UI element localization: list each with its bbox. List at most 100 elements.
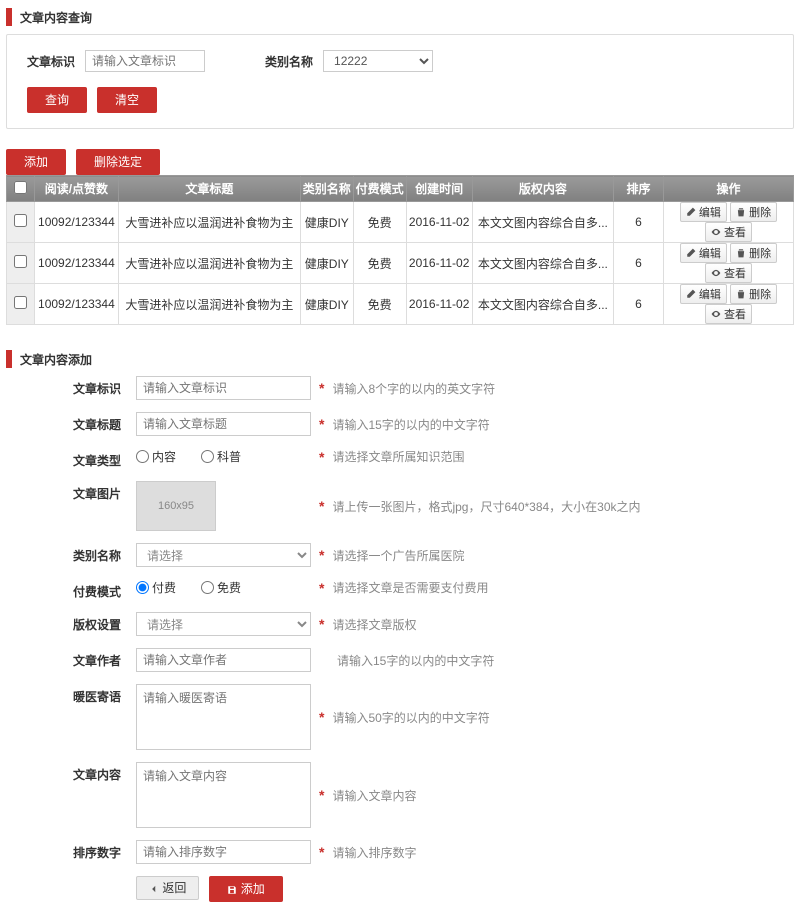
view-button[interactable]: 查看 xyxy=(705,304,752,324)
hint-whisper: 请输入50字的以内的中文字符 xyxy=(332,709,489,726)
required-star: * xyxy=(319,547,324,563)
search-category-select[interactable]: 12222 xyxy=(323,50,433,72)
cell-category: 健康DIY xyxy=(300,284,353,325)
hint-category: 请选择一个广告所属医院 xyxy=(332,547,464,564)
hint-author: 请输入15字的以内的中文字符 xyxy=(337,652,494,669)
form-label-article-type: 文章类型 xyxy=(51,448,136,469)
th-paymode: 付费模式 xyxy=(353,176,406,202)
cell-sort: 6 xyxy=(614,243,664,284)
radio-free[interactable]: 免费 xyxy=(201,579,241,596)
form-label-article-title: 文章标题 xyxy=(51,412,136,433)
th-sort: 排序 xyxy=(614,176,664,202)
back-arrow-icon xyxy=(149,884,159,894)
section-marker xyxy=(6,8,12,26)
hint-article-id: 请输入8个字的以内的英文字符 xyxy=(332,380,495,397)
cell-paymode: 免费 xyxy=(353,284,406,325)
cell-reads: 10092/123344 xyxy=(35,243,119,284)
add-button[interactable]: 添加 xyxy=(6,149,66,175)
required-star: * xyxy=(319,844,324,860)
hint-content: 请输入文章内容 xyxy=(332,787,416,804)
hint-article-type: 请选择文章所属知识范围 xyxy=(332,448,464,465)
edit-button[interactable]: 编辑 xyxy=(680,202,727,222)
table-row: 10092/123344大雪进补应以温润进补食物为主健康DIY免费2016-11… xyxy=(7,243,794,284)
cell-copyright: 本文文图内容综合自多... xyxy=(472,202,613,243)
row-checkbox[interactable] xyxy=(14,214,27,227)
clear-button[interactable]: 清空 xyxy=(97,87,157,113)
radio-type-science[interactable]: 科普 xyxy=(201,448,241,465)
form-article-title-input[interactable] xyxy=(136,412,311,436)
cell-ops: 编辑 删除 查看 xyxy=(664,202,794,243)
cell-sort: 6 xyxy=(614,284,664,325)
required-star: * xyxy=(319,616,324,632)
form-copyright-select[interactable]: 请选择 xyxy=(136,612,311,636)
hint-article-image: 请上传一张图片，格式jpg，尺寸640*384，大小在30k之内 xyxy=(332,498,640,515)
cell-title: 大雪进补应以温润进补食物为主 xyxy=(118,202,300,243)
th-reads: 阅读/点赞数 xyxy=(35,176,119,202)
cell-paymode: 免费 xyxy=(353,202,406,243)
form-author-input[interactable] xyxy=(136,648,311,672)
delete-button[interactable]: 删除 xyxy=(730,284,777,304)
hint-article-title: 请输入15字的以内的中文字符 xyxy=(332,416,489,433)
cell-reads: 10092/123344 xyxy=(35,284,119,325)
form-whisper-textarea[interactable] xyxy=(136,684,311,750)
delete-button[interactable]: 删除 xyxy=(730,243,777,263)
cell-createtime: 2016-11-02 xyxy=(406,202,472,243)
required-star: * xyxy=(319,416,324,432)
delete-selected-button[interactable]: 删除选定 xyxy=(76,149,160,175)
cell-copyright: 本文文图内容综合自多... xyxy=(472,243,613,284)
view-button[interactable]: 查看 xyxy=(705,263,752,283)
form-label-whisper: 暖医寄语 xyxy=(51,684,136,705)
section-title-search: 文章内容查询 xyxy=(20,9,92,26)
th-title: 文章标题 xyxy=(118,176,300,202)
form-label-content: 文章内容 xyxy=(51,762,136,783)
cell-createtime: 2016-11-02 xyxy=(406,243,472,284)
section-marker xyxy=(6,350,12,368)
form-label-article-image: 文章图片 xyxy=(51,481,136,502)
th-category: 类别名称 xyxy=(300,176,353,202)
required-star: * xyxy=(319,380,324,396)
cell-createtime: 2016-11-02 xyxy=(406,284,472,325)
row-checkbox[interactable] xyxy=(14,255,27,268)
form-article-id-input[interactable] xyxy=(136,376,311,400)
th-ops: 操作 xyxy=(664,176,794,202)
query-button[interactable]: 查询 xyxy=(27,87,87,113)
row-checkbox[interactable] xyxy=(14,296,27,309)
edit-button[interactable]: 编辑 xyxy=(680,243,727,263)
image-upload-placeholder[interactable]: 160x95 xyxy=(136,481,216,531)
form-label-category: 类别名称 xyxy=(51,543,136,564)
required-star: * xyxy=(319,787,324,803)
form-sortnum-input[interactable] xyxy=(136,840,311,864)
back-button[interactable]: 返回 xyxy=(136,876,199,900)
label-category: 类别名称 xyxy=(265,53,313,70)
cell-title: 大雪进补应以温润进补食物为主 xyxy=(118,243,300,284)
form-content-textarea[interactable] xyxy=(136,762,311,828)
edit-button[interactable]: 编辑 xyxy=(680,284,727,304)
required-star: * xyxy=(319,580,324,596)
form-category-select[interactable]: 请选择 xyxy=(136,543,311,567)
save-icon xyxy=(227,885,237,895)
form-label-author: 文章作者 xyxy=(51,648,136,669)
view-button[interactable]: 查看 xyxy=(705,222,752,242)
cell-copyright: 本文文图内容综合自多... xyxy=(472,284,613,325)
submit-add-button[interactable]: 添加 xyxy=(209,876,282,902)
cell-category: 健康DIY xyxy=(300,243,353,284)
required-star: * xyxy=(319,709,324,725)
delete-button[interactable]: 删除 xyxy=(730,202,777,222)
cell-reads: 10092/123344 xyxy=(35,202,119,243)
cell-sort: 6 xyxy=(614,202,664,243)
required-star: * xyxy=(319,498,324,514)
radio-type-content[interactable]: 内容 xyxy=(136,448,176,465)
cell-ops: 编辑 删除 查看 xyxy=(664,243,794,284)
table-row: 10092/123344大雪进补应以温润进补食物为主健康DIY免费2016-11… xyxy=(7,202,794,243)
cell-category: 健康DIY xyxy=(300,202,353,243)
select-all-checkbox[interactable] xyxy=(14,181,27,194)
th-createtime: 创建时间 xyxy=(406,176,472,202)
th-copyright: 版权内容 xyxy=(472,176,613,202)
form-label-paymode: 付费模式 xyxy=(51,579,136,600)
section-title-add: 文章内容添加 xyxy=(20,351,92,368)
form-label-sortnum: 排序数字 xyxy=(51,840,136,861)
search-article-id-input[interactable] xyxy=(85,50,205,72)
radio-paid[interactable]: 付费 xyxy=(136,579,176,596)
search-panel: 文章标识 类别名称 12222 查询 清空 xyxy=(6,34,794,129)
hint-sortnum: 请输入排序数字 xyxy=(332,844,416,861)
